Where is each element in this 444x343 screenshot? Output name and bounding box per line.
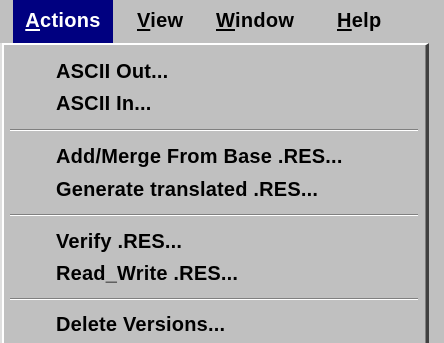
menu-view-label: iew xyxy=(150,10,184,32)
menu-separator xyxy=(10,129,418,131)
menu-view-mnemonic: V xyxy=(137,10,151,32)
menu-window-mnemonic: W xyxy=(216,10,236,32)
actions-dropdown-menu: ASCII Out... ASCII In... Add/Merge From … xyxy=(2,43,429,343)
menu-actions-mnemonic: A xyxy=(25,10,41,32)
menu-window[interactable]: Window xyxy=(209,0,301,43)
menu-actions[interactable]: Actions xyxy=(13,0,113,43)
menu-item-verify-res[interactable]: Verify .RES... xyxy=(56,225,182,259)
menu-item-delete-versions[interactable]: Delete Versions... xyxy=(56,308,225,342)
menu-item-generate-translated[interactable]: Generate translated .RES... xyxy=(56,173,318,207)
menu-actions-label: ctions xyxy=(40,10,101,32)
menu-item-add-merge-from-base[interactable]: Add/Merge From Base .RES... xyxy=(56,140,343,174)
menu-separator xyxy=(10,298,418,300)
menu-help-mnemonic: H xyxy=(337,10,352,32)
menu-help[interactable]: Help xyxy=(330,0,389,43)
menu-item-ascii-in[interactable]: ASCII In... xyxy=(56,87,152,121)
menu-item-ascii-out[interactable]: ASCII Out... xyxy=(56,55,168,89)
menu-separator xyxy=(10,214,418,216)
menu-help-label: elp xyxy=(351,10,382,32)
menu-bar: Actions View Window Help xyxy=(0,0,444,43)
menu-item-read-write-res[interactable]: Read_Write .RES... xyxy=(56,257,238,291)
menu-window-label: indow xyxy=(235,10,295,32)
menu-view[interactable]: View xyxy=(130,0,190,43)
